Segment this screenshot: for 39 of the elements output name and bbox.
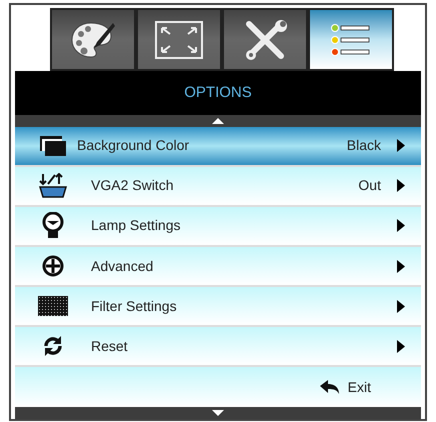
submenu-arrow-icon xyxy=(397,139,405,152)
submenu-arrow-icon xyxy=(397,219,405,232)
menu-item[interactable]: Reset xyxy=(15,327,421,368)
overlapping-windows-icon xyxy=(39,134,67,157)
filter-mesh-icon xyxy=(38,296,68,316)
item-label: Advanced xyxy=(91,256,154,276)
item-label: Background Color xyxy=(77,136,190,156)
return-arrow-icon xyxy=(320,380,340,394)
menu-item[interactable]: Filter Settings xyxy=(15,287,421,328)
menu-tab[interactable] xyxy=(50,8,136,71)
submenu-arrow-icon xyxy=(397,300,405,313)
submenu-arrow-icon xyxy=(397,260,405,272)
palette-icon xyxy=(69,20,117,60)
submenu-arrow-icon xyxy=(397,179,405,192)
menu-item[interactable]: VGA2 Switch Out xyxy=(15,166,421,207)
item-label: Lamp Settings xyxy=(91,216,180,236)
tools-icon xyxy=(243,18,287,62)
up-arrow-icon xyxy=(212,118,224,124)
menu-tab[interactable] xyxy=(308,8,394,71)
menu-item[interactable]: Lamp Settings xyxy=(15,206,421,247)
menu-tab[interactable] xyxy=(222,8,308,71)
menu-tab[interactable] xyxy=(136,8,222,71)
item-label: VGA2 Switch xyxy=(91,176,174,196)
resize-arrows-icon xyxy=(154,20,204,60)
refresh-icon xyxy=(42,334,64,358)
item-label: Reset xyxy=(91,336,128,356)
list-icon xyxy=(331,22,371,56)
submenu-arrow-icon xyxy=(397,340,405,353)
item-value: Out xyxy=(358,176,381,196)
item-value: Black xyxy=(346,136,381,156)
vga-port-icon xyxy=(39,172,67,199)
menu-item[interactable]: Background Color Black xyxy=(15,126,421,167)
down-arrow-icon xyxy=(212,410,224,416)
item-label: Filter Settings xyxy=(91,296,177,316)
light-bulb-icon xyxy=(42,212,64,240)
plus-circle-icon xyxy=(42,255,64,277)
exit-button[interactable]: Exit xyxy=(320,376,371,398)
menu-title: OPTIONS xyxy=(184,82,252,103)
menu-item[interactable]: Advanced xyxy=(15,246,421,288)
